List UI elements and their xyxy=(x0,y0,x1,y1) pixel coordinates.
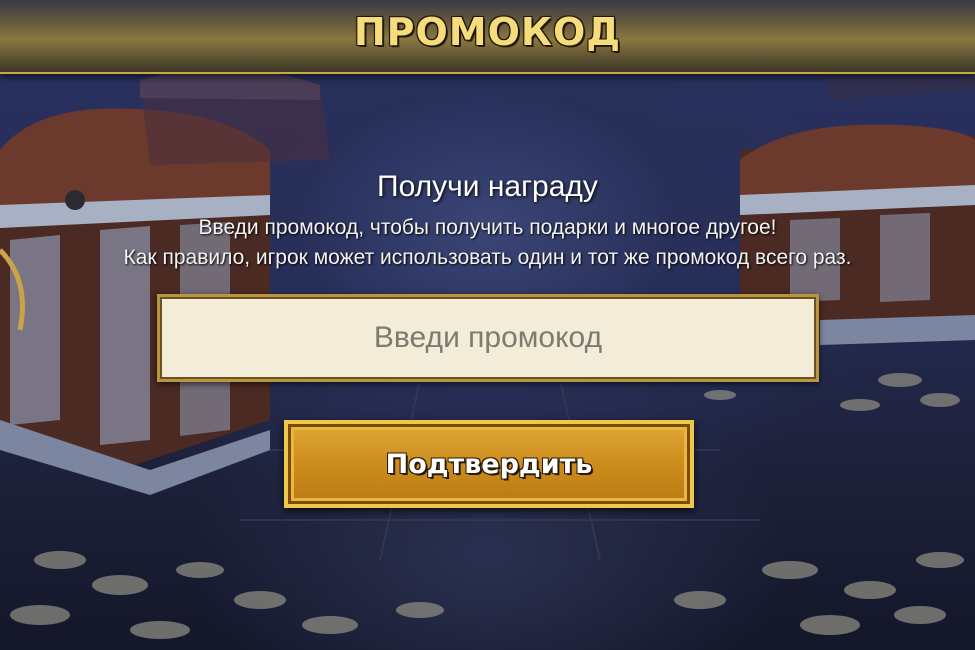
promo-code-input[interactable] xyxy=(157,294,819,382)
header-bar: ПРОМОКОД xyxy=(0,0,975,74)
page-title: ПРОМОКОД xyxy=(353,10,622,54)
description-line-1: Введи промокод, чтобы получить подарки и… xyxy=(198,216,777,239)
confirm-button[interactable]: Подтвердить xyxy=(284,420,694,508)
description-line-2: Как правило, игрок может использовать од… xyxy=(123,246,852,269)
reward-title: Получи награду xyxy=(377,170,598,203)
promo-code-screen: ПРОМОКОД Получи награду Введи промокод, … xyxy=(0,0,975,650)
background-chest xyxy=(140,68,330,165)
